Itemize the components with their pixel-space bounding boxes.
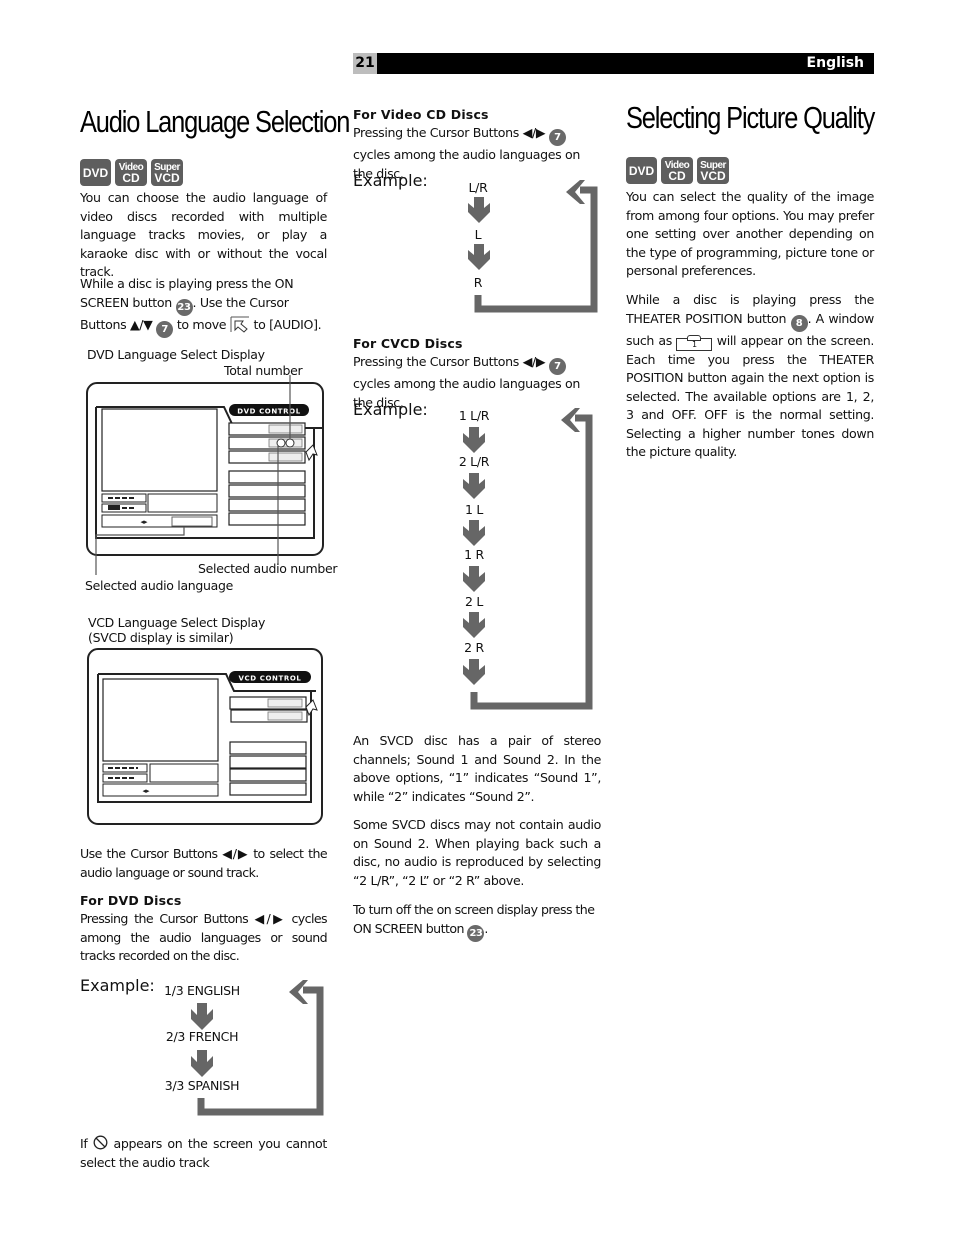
svcd-note-2: Some SVCD discs may not contain audio on… bbox=[353, 817, 601, 888]
theater-position-window-icon: 1 bbox=[676, 334, 713, 351]
badge-bottom: CD bbox=[668, 168, 686, 183]
down-arrow-icon bbox=[463, 427, 485, 453]
down-arrow-icon bbox=[191, 1050, 213, 1077]
super-vcd-badge: Super VCD bbox=[151, 159, 183, 186]
svcd-note: An SVCD disc has a pair of stereo channe… bbox=[353, 733, 601, 804]
on-screen-button-23-icon: 23 bbox=[175, 298, 193, 316]
video-area bbox=[101, 408, 218, 492]
down-arrow-icon bbox=[191, 1003, 213, 1030]
return-arrow-line bbox=[474, 186, 598, 313]
vcd-language-select-display: VCD CONTROL ◂▸ bbox=[87, 648, 323, 825]
vcd-display-caption-1: VCD Language Select Display bbox=[88, 615, 266, 630]
callout-selected-audio-number: Selected audio number bbox=[198, 561, 338, 576]
theater-position-button-8-icon: 8 bbox=[790, 314, 808, 332]
selected-language-box bbox=[171, 516, 213, 527]
return-arrow-line bbox=[470, 414, 593, 710]
dvd-badge: DVD bbox=[80, 159, 111, 186]
super-vcd-badge: Super VCD bbox=[697, 157, 729, 184]
dvd-badge-label: DVD bbox=[82, 165, 109, 180]
use-cursor-text: Use the Cursor Buttons ◀/▶ to select the… bbox=[80, 846, 328, 880]
dvd-badge: DVD bbox=[626, 157, 657, 184]
cursor-button-7-icon: 7 bbox=[548, 358, 566, 375]
cursor-button-7-icon: 7 bbox=[156, 320, 174, 338]
instr-text: to [AUDIO]. bbox=[253, 316, 322, 332]
badge-bottom: VCD bbox=[700, 168, 726, 183]
down-arrow-icon bbox=[463, 520, 485, 546]
return-arrow-line bbox=[197, 986, 324, 1116]
down-arrow-icon bbox=[468, 244, 490, 270]
theater-window-value: 1 bbox=[692, 339, 697, 349]
cursor-button-7-icon: 7 bbox=[548, 129, 566, 146]
total-number-digit bbox=[285, 438, 295, 448]
video-cd-badge: Video CD bbox=[661, 157, 693, 184]
picture-section-title: Selecting Picture Quality bbox=[626, 100, 875, 135]
vcd-display-caption-2: (SVCD display is similar) bbox=[88, 630, 234, 645]
svg-text:◂▸: ◂▸ bbox=[140, 518, 148, 526]
dvd-cycle-arrows bbox=[191, 980, 324, 1116]
disc-badges: DVD Video CD Super VCD bbox=[626, 157, 729, 184]
prohibit-note: If appears on the screen you cannot sele… bbox=[80, 1135, 327, 1172]
vcd-example-label: Example: bbox=[353, 171, 428, 190]
prohibit-text: If bbox=[80, 1136, 88, 1151]
vcd-discs-heading: For Video CD Discs bbox=[353, 107, 489, 122]
picture-instr-text: will appear on the screen. Each time you… bbox=[626, 332, 875, 460]
audio-section-title: Audio Language Selection bbox=[80, 104, 350, 139]
cvcd-example-label: Example: bbox=[353, 400, 428, 419]
picture-intro: You can select the quality of the image … bbox=[626, 189, 874, 278]
dvd-control-label: DVD CONTROL bbox=[237, 408, 301, 416]
down-arrow-icon bbox=[463, 473, 485, 499]
disc-badges: DVD Video CD Super VCD bbox=[80, 159, 183, 186]
on-screen-button-23-icon: 23 bbox=[467, 924, 485, 942]
callout-selected-audio-language: Selected audio language bbox=[85, 578, 234, 593]
vcd-control-label: VCD CONTROL bbox=[239, 675, 302, 683]
picture-instructions: While a disc is playing press the THEATE… bbox=[626, 291, 874, 462]
prohibit-text: appears on the screen you cannot select … bbox=[80, 1136, 327, 1170]
dvd-example-label: Example: bbox=[80, 976, 155, 995]
turn-off-note: To turn off the on screen display press … bbox=[353, 901, 601, 942]
header-language: English bbox=[377, 53, 874, 74]
dvd-display-caption: DVD Language Select Display bbox=[87, 347, 265, 362]
down-arrow-icon bbox=[463, 612, 485, 638]
badge-bottom: CD bbox=[122, 170, 140, 185]
badge-bottom: VCD bbox=[154, 170, 180, 185]
down-arrow-icon bbox=[463, 566, 485, 592]
svg-text:◂▸: ◂▸ bbox=[142, 787, 150, 795]
cvcd-discs-heading: For CVCD Discs bbox=[353, 336, 463, 351]
dvd-discs-heading: For DVD Discs bbox=[80, 893, 182, 908]
video-cd-badge: Video CD bbox=[115, 159, 147, 186]
down-arrow-icon bbox=[468, 197, 490, 223]
audio-intro: You can choose the audio language of vid… bbox=[80, 190, 327, 279]
down-arrow-icon bbox=[463, 659, 485, 685]
turn-off-text: . bbox=[484, 920, 488, 936]
prohibited-icon bbox=[93, 1135, 108, 1150]
cvcd-cycle-arrows bbox=[463, 408, 593, 710]
dvd-discs-text: Pressing the Cursor Buttons ◀/▶ cycles a… bbox=[80, 911, 328, 963]
cvcd-text: Pressing the Cursor Buttons ◀/▶ bbox=[353, 354, 546, 369]
vcd-text: Pressing the Cursor Buttons ◀/▶ bbox=[353, 125, 546, 140]
cursor-pointer-icon bbox=[230, 316, 249, 333]
dvd-badge-label: DVD bbox=[628, 163, 655, 178]
page-number: 21 bbox=[353, 53, 377, 74]
audio-instructions: While a disc is playing press the ON SCR… bbox=[80, 275, 327, 338]
vcd-cycle-arrows bbox=[468, 180, 598, 313]
instr-text: to move bbox=[176, 316, 227, 332]
